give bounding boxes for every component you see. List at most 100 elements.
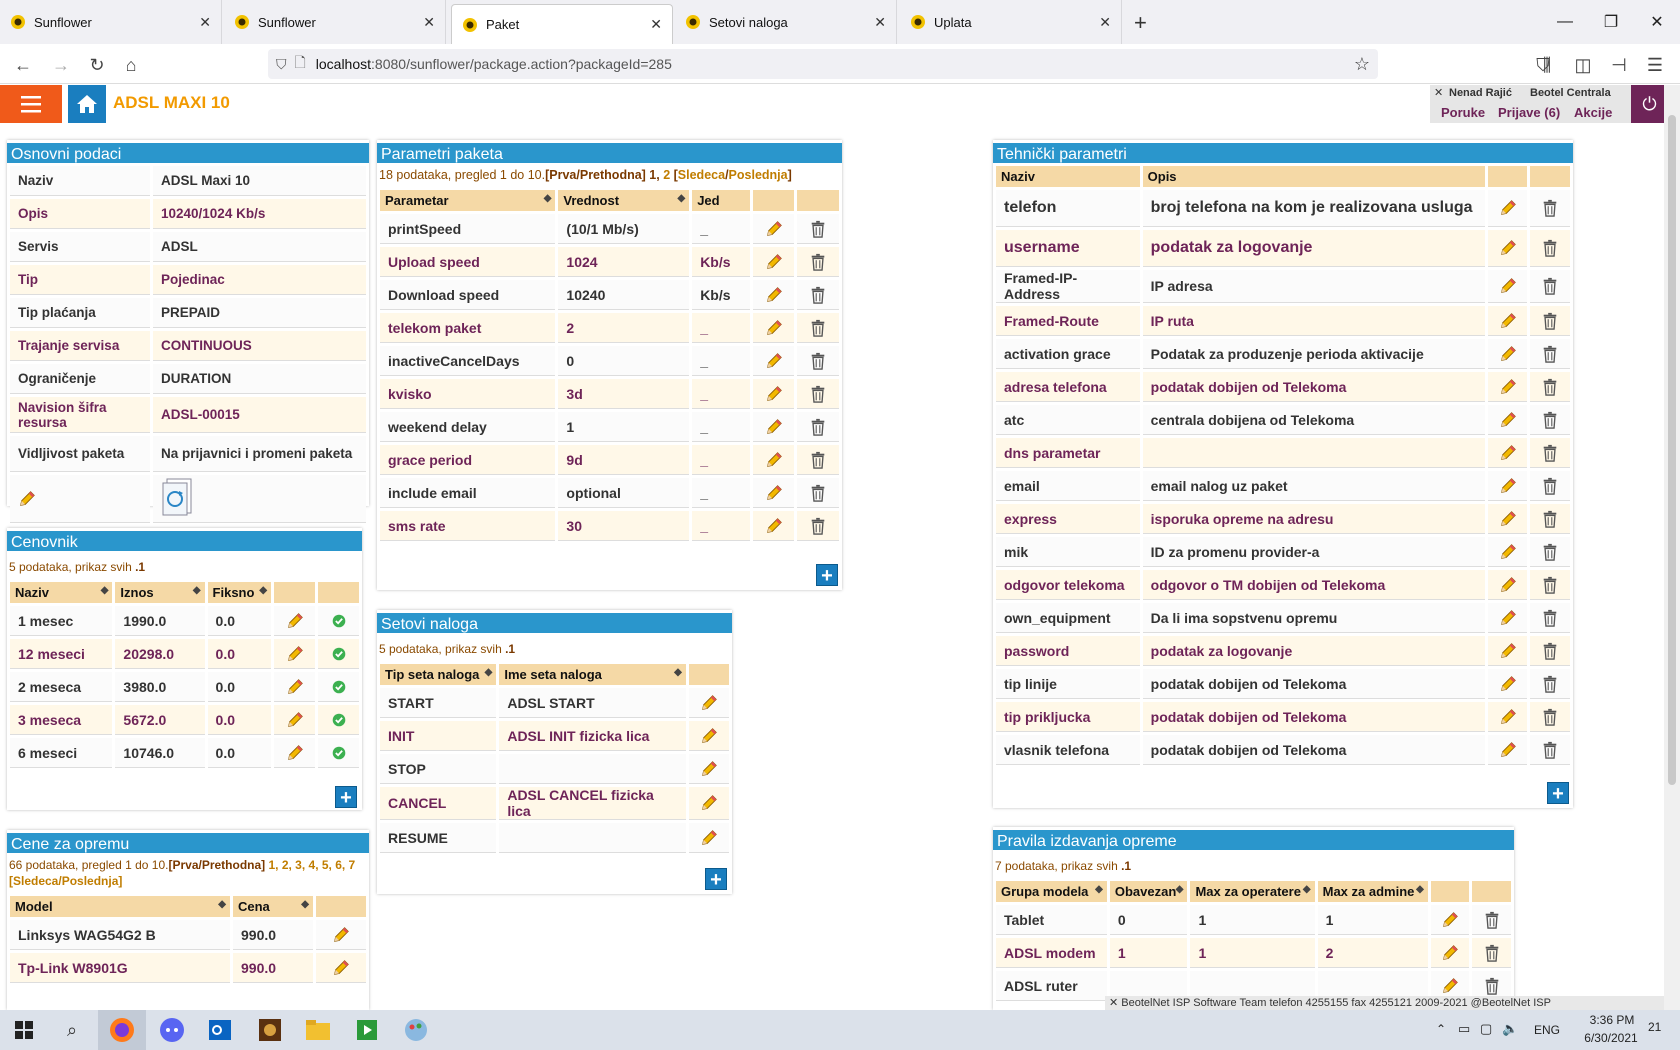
edit-icon[interactable] bbox=[1487, 190, 1528, 227]
delete-icon[interactable] bbox=[1530, 339, 1570, 369]
edit-icon[interactable] bbox=[1487, 471, 1528, 501]
delete-icon[interactable] bbox=[797, 346, 839, 376]
edit-icon[interactable] bbox=[752, 412, 795, 442]
close-tab-icon[interactable]: ✕ bbox=[199, 14, 211, 31]
col-obavezan[interactable]: Obavezan ◆ bbox=[1109, 881, 1188, 902]
edit-icon[interactable] bbox=[1487, 306, 1528, 336]
close-tab-icon[interactable]: ✕ bbox=[650, 16, 662, 33]
reload-icon[interactable]: ↻ bbox=[84, 52, 110, 78]
add-parametar-button[interactable]: + bbox=[816, 564, 838, 587]
delete-icon[interactable] bbox=[1530, 270, 1570, 303]
edit-icon[interactable] bbox=[752, 346, 795, 376]
col-max-admine[interactable]: Max za admine ◆ bbox=[1317, 881, 1428, 902]
delete-icon[interactable] bbox=[797, 445, 839, 475]
edit-icon[interactable] bbox=[752, 478, 795, 508]
close-tab-icon[interactable]: ✕ bbox=[423, 14, 435, 31]
active-check-icon[interactable] bbox=[318, 672, 359, 702]
delete-icon[interactable] bbox=[797, 247, 839, 277]
pager-last[interactable]: Poslednja bbox=[729, 168, 788, 182]
edit-package-icon[interactable] bbox=[10, 475, 150, 523]
minimize-icon[interactable]: — bbox=[1542, 0, 1588, 44]
game-taskbar-icon[interactable] bbox=[246, 1010, 294, 1050]
delete-icon[interactable] bbox=[797, 412, 839, 442]
col-max-operatere[interactable]: Max za operatere ◆ bbox=[1190, 881, 1315, 902]
restore-icon[interactable]: ❐ bbox=[1588, 0, 1634, 44]
col-vrednost[interactable]: Vrednost ◆ bbox=[558, 190, 690, 211]
edit-icon[interactable] bbox=[1487, 735, 1528, 765]
browser-tab-active[interactable]: Paket ✕ bbox=[451, 4, 673, 44]
pager-first-prev[interactable]: [Prva/Prethodna] bbox=[545, 168, 646, 182]
tray-chevron-icon[interactable]: ⌃ bbox=[1436, 1022, 1446, 1036]
back-icon[interactable]: ← bbox=[10, 52, 36, 78]
col-iznos[interactable]: Iznos ◆ bbox=[115, 582, 205, 603]
col-naziv[interactable]: Naziv ◆ bbox=[10, 582, 113, 603]
delete-icon[interactable] bbox=[797, 214, 839, 244]
delete-icon[interactable] bbox=[1530, 471, 1570, 501]
browser-tab[interactable]: Sunflower ✕ bbox=[224, 0, 446, 44]
browser-tab[interactable]: Uplata ✕ bbox=[900, 0, 1122, 44]
edit-icon[interactable] bbox=[1487, 570, 1528, 600]
edit-icon[interactable] bbox=[688, 688, 729, 718]
col-opis[interactable]: Opis bbox=[1142, 166, 1485, 187]
pager-pages[interactable]: 1, 2, 3, 4, 5, 6, 7 bbox=[265, 858, 355, 872]
address-bar[interactable]: ⛉ 🗋 localhost:8080/sunflower/package.act… bbox=[268, 49, 1378, 79]
edit-icon[interactable] bbox=[274, 738, 315, 768]
delete-icon[interactable] bbox=[797, 511, 839, 541]
delete-icon[interactable] bbox=[797, 280, 839, 310]
delete-icon[interactable] bbox=[1530, 702, 1570, 732]
active-check-icon[interactable] bbox=[318, 738, 359, 768]
col-parametar[interactable]: Parametar ◆ bbox=[380, 190, 556, 211]
active-check-icon[interactable] bbox=[318, 639, 359, 669]
close-user-icon[interactable]: ✕ bbox=[1434, 86, 1443, 99]
edit-icon[interactable] bbox=[316, 953, 366, 983]
delete-icon[interactable] bbox=[797, 379, 839, 409]
paint-taskbar-icon[interactable] bbox=[392, 1010, 440, 1050]
delete-icon[interactable] bbox=[1530, 570, 1570, 600]
browser-tab[interactable]: Sunflower ✕ bbox=[0, 0, 222, 44]
edit-icon[interactable] bbox=[688, 721, 729, 751]
edit-icon[interactable] bbox=[274, 606, 315, 636]
edit-icon[interactable] bbox=[752, 313, 795, 343]
delete-icon[interactable] bbox=[1530, 438, 1570, 468]
menu-icon[interactable]: ☰ bbox=[1642, 52, 1668, 78]
edit-icon[interactable] bbox=[274, 672, 315, 702]
windows-start-icon[interactable] bbox=[0, 1010, 48, 1050]
add-set-button[interactable]: + bbox=[705, 868, 727, 891]
delete-icon[interactable] bbox=[1530, 230, 1570, 267]
edit-icon[interactable] bbox=[274, 705, 315, 735]
firefox-taskbar-icon[interactable] bbox=[98, 1010, 146, 1050]
active-check-icon[interactable] bbox=[318, 705, 359, 735]
edit-icon[interactable] bbox=[688, 754, 729, 784]
pager-next-last[interactable]: [Sledeca/Poslednja] bbox=[9, 874, 122, 888]
delete-icon[interactable] bbox=[1530, 504, 1570, 534]
edit-icon[interactable] bbox=[1430, 938, 1470, 968]
close-tab-icon[interactable]: ✕ bbox=[1099, 14, 1111, 31]
edit-icon[interactable] bbox=[1487, 537, 1528, 567]
edit-icon[interactable] bbox=[1487, 603, 1528, 633]
edit-icon[interactable] bbox=[1487, 339, 1528, 369]
file-explorer-icon[interactable] bbox=[294, 1010, 342, 1050]
col-tip-seta[interactable]: Tip seta naloga ◆ bbox=[380, 664, 497, 685]
col-grupa-modela[interactable]: Grupa modela ◆ bbox=[996, 881, 1107, 902]
col-cena[interactable]: Cena ◆ bbox=[233, 896, 313, 917]
bookmark-star-icon[interactable]: ☆ bbox=[1354, 54, 1370, 75]
notification-count[interactable]: 21 bbox=[1648, 1020, 1661, 1034]
col-naziv[interactable]: Naziv bbox=[996, 166, 1140, 187]
network-icon[interactable]: ▭ bbox=[1458, 1021, 1470, 1037]
delete-icon[interactable] bbox=[1530, 537, 1570, 567]
delete-icon[interactable] bbox=[1530, 636, 1570, 666]
edit-icon[interactable] bbox=[1487, 702, 1528, 732]
pager-page[interactable]: .1 bbox=[505, 642, 515, 656]
pin-icon[interactable]: ⊣ bbox=[1606, 52, 1632, 78]
edit-icon[interactable] bbox=[1487, 372, 1528, 402]
edit-icon[interactable] bbox=[316, 920, 366, 950]
page-scrollbar[interactable] bbox=[1664, 85, 1680, 1010]
search-icon[interactable]: ⌕ bbox=[48, 1010, 96, 1050]
delete-icon[interactable] bbox=[797, 313, 839, 343]
add-tehnicki-button[interactable]: + bbox=[1547, 782, 1569, 805]
forward-icon[interactable]: → bbox=[48, 52, 74, 78]
active-check-icon[interactable] bbox=[318, 606, 359, 636]
delete-icon[interactable] bbox=[1530, 405, 1570, 435]
delete-icon[interactable] bbox=[1530, 306, 1570, 336]
col-fiksno[interactable]: Fiksno ◆ bbox=[207, 582, 272, 603]
